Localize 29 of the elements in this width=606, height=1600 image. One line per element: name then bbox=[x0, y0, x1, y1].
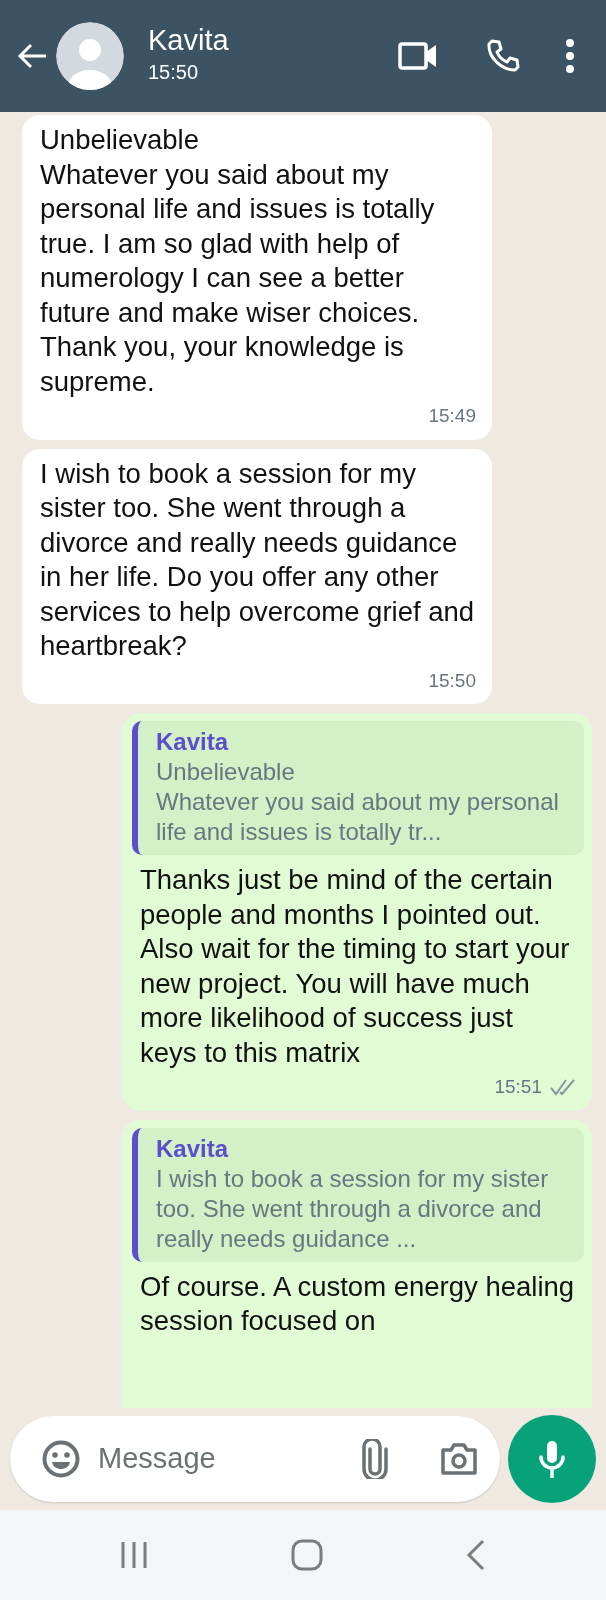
message-time: 15:50 bbox=[428, 668, 476, 693]
quoted-author: Kavita bbox=[156, 1133, 230, 1164]
more-options-icon[interactable] bbox=[566, 39, 574, 73]
quoted-text: I wish to book a session for my sister too. She went through a divorce and really needs guidance ... bbox=[156, 1163, 550, 1254]
message-input[interactable]: Message bbox=[96, 1436, 346, 1482]
quoted-text: Unbelievable Whatever you said about my personal life and issues is totally tr... bbox=[156, 757, 560, 847]
quoted-author: Kavita bbox=[156, 727, 230, 757]
home-icon[interactable] bbox=[291, 1539, 323, 1571]
camera-icon[interactable] bbox=[440, 1442, 478, 1476]
quoted-message[interactable]: Kavita Unbelievable Whatever you said about my personal life and issues is totally tr... bbox=[132, 721, 584, 855]
last-seen-time: 15:50 bbox=[148, 59, 200, 85]
message-field[interactable]: Message bbox=[10, 1416, 500, 1502]
message-text: Of course. A custom energy healing session focused on bbox=[140, 1269, 576, 1338]
phone-icon[interactable] bbox=[484, 38, 520, 74]
message-text: I wish to book a session for my sister too. She went through a divorce and really needs guidance in her life. Do you offer any other services to help overcome grief and heartbreak? bbox=[40, 456, 476, 663]
message-text: Unbelievable Whatever you said about my personal life and issues is totally true. I am so glad with help of numerology I can see a better future and make wiser choices. Thank you, your knowledge is supreme. bbox=[40, 123, 436, 399]
back-icon[interactable] bbox=[466, 1539, 487, 1571]
emoji-icon[interactable] bbox=[42, 1440, 80, 1478]
video-call-icon[interactable] bbox=[398, 41, 438, 71]
message-time: 15:49 bbox=[428, 404, 476, 428]
quoted-message[interactable]: Kavita I wish to book a session for my sister too. She went through a divorce and really needs guidance ... bbox=[132, 1127, 584, 1262]
contact-name[interactable]: Kavita bbox=[148, 25, 390, 57]
message-text: Thanks just be mind of the certain people and months I pointed out. Also wait for the timing to start your new project. You will have much more likelihood of success just keys to this matrix bbox=[140, 863, 571, 1070]
microphone-icon bbox=[538, 1440, 566, 1478]
message-time: 15:51 bbox=[494, 1075, 542, 1099]
avatar-icon[interactable] bbox=[56, 22, 124, 90]
back-arrow-icon[interactable] bbox=[16, 42, 48, 70]
recent-apps-icon[interactable] bbox=[119, 1540, 148, 1570]
attachment-icon[interactable] bbox=[362, 1439, 388, 1479]
